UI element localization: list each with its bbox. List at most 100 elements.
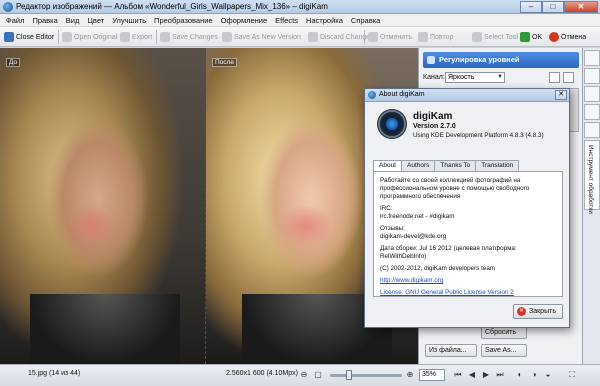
zoom-in-icon[interactable]: ⊕ xyxy=(404,369,416,381)
load-from-file-label: Из файла... xyxy=(429,347,467,354)
main-toolbar: Close Editor Open Original Export Save C… xyxy=(0,27,600,47)
image-dimensions: 2.560x1 600 (4.10Mpx) xyxy=(226,370,298,377)
irc-label: IRC: xyxy=(380,205,393,212)
split-divider[interactable] xyxy=(205,48,206,364)
close-editor-label: Close Editor xyxy=(16,33,55,41)
website-link[interactable]: http://www.digikam.org xyxy=(380,277,443,284)
maximize-button[interactable]: □ xyxy=(542,1,564,13)
discard-icon xyxy=(308,32,318,42)
close-editor-button[interactable]: Close Editor xyxy=(4,30,54,44)
digikam-logo-icon xyxy=(377,109,407,139)
menu-edit[interactable]: Правка xyxy=(28,16,61,25)
cancel-button[interactable]: Отмена xyxy=(549,30,586,44)
undo-label: Отменить xyxy=(380,33,412,41)
about-content: Работайте со своей коллекцией фотографий… xyxy=(373,171,563,297)
tab-authors[interactable]: Authors xyxy=(401,160,436,171)
app-version: Version 2.7.0 xyxy=(413,123,456,130)
save-as-icon xyxy=(222,32,232,42)
toolbar-separator xyxy=(364,30,365,44)
file-info: 15.jpg (14 из 44) xyxy=(28,370,81,377)
fit-window-icon[interactable]: ▢ xyxy=(312,369,324,381)
tab-translation[interactable]: Translation xyxy=(475,160,520,171)
window-controls: – □ ✕ xyxy=(520,1,598,13)
channel-select-value: Яркость xyxy=(448,74,475,81)
after-label: После xyxy=(212,58,237,67)
underexposure-icon[interactable]: ◑ xyxy=(528,369,540,381)
sidebar-tab-4[interactable] xyxy=(584,104,600,120)
close-dialog-icon[interactable]: ✕ xyxy=(555,90,567,100)
sidebar-tab-1[interactable] xyxy=(584,50,600,66)
about-dialog-title: About digiKam xyxy=(379,91,425,98)
about-description: Работайте со своей коллекцией фотографий… xyxy=(380,177,530,200)
overexposure-icon[interactable]: ◒ xyxy=(542,369,554,381)
menu-file[interactable]: Файл xyxy=(2,16,28,25)
next-image-icon[interactable]: ▶ xyxy=(480,369,492,381)
sidebar-tab-tool-settings[interactable]: Инструмент обработки xyxy=(584,140,600,214)
export-icon xyxy=(120,32,130,42)
undo-button[interactable]: Отменить xyxy=(368,30,412,44)
image-preview-area[interactable]: До После xyxy=(0,48,418,364)
menu-bar: Файл Правка Вид Цвет Улучшить Преобразов… xyxy=(0,14,600,27)
menu-settings[interactable]: Настройка xyxy=(302,16,347,25)
redo-button[interactable]: Повтор xyxy=(418,30,453,44)
menu-view[interactable]: Вид xyxy=(62,16,84,25)
save-icon xyxy=(160,32,170,42)
menu-effects[interactable]: Effects xyxy=(271,16,302,25)
zoom-slider[interactable] xyxy=(330,374,402,377)
irc-value: irc.freenode.net - #digikam xyxy=(380,213,455,220)
close-dialog-button[interactable]: ✕ Закрыть xyxy=(513,304,563,319)
zoom-out-icon[interactable]: ⊖ xyxy=(298,369,310,381)
log-scale-toggle[interactable] xyxy=(563,72,574,83)
menu-help[interactable]: Справка xyxy=(347,16,384,25)
open-original-icon xyxy=(62,32,72,42)
about-tabs: About Authors Thanks To Translation xyxy=(373,160,520,172)
sidebar-tab-2[interactable] xyxy=(584,68,600,84)
status-bar: 15.jpg (14 из 44) 2.560x1 600 (4.10Mpx) … xyxy=(0,364,600,386)
zoom-combo[interactable]: 35% xyxy=(419,369,445,381)
minimize-button[interactable]: – xyxy=(520,1,542,13)
cancel-icon xyxy=(549,32,559,42)
panel-header-title: Регулировка уровней xyxy=(439,55,520,64)
build-date: Дата сборки: Jul 16 2012 (целевая платфо… xyxy=(380,245,517,260)
copyright: (C) 2002-2012, digiKam developers team xyxy=(380,265,496,272)
redo-icon xyxy=(418,32,428,42)
close-icon: ✕ xyxy=(517,307,526,316)
sidebar-tab-5[interactable] xyxy=(584,122,600,138)
fullscreen-icon[interactable]: ⛶ xyxy=(566,369,578,381)
original-image-preview xyxy=(0,48,206,364)
channel-select[interactable]: Яркость ▼ xyxy=(445,72,505,83)
open-original-button[interactable]: Open Original xyxy=(62,30,117,44)
license-link[interactable]: License: GNU General Public License Vers… xyxy=(380,289,514,296)
app-name: digiKam xyxy=(413,111,453,122)
color-managed-icon[interactable]: ◐ xyxy=(514,369,526,381)
sidebar-tab-3[interactable] xyxy=(584,86,600,102)
first-image-icon[interactable]: ⏮ xyxy=(452,369,464,381)
select-tool-label: Select Tool xyxy=(484,33,519,41)
zoom-slider-handle[interactable] xyxy=(346,370,352,380)
close-dialog-label: Закрыть xyxy=(529,308,556,315)
toolbar-separator xyxy=(156,30,157,44)
save-as-new-label: Save As New Version xyxy=(234,33,301,41)
menu-color[interactable]: Цвет xyxy=(83,16,108,25)
last-image-icon[interactable]: ⏭ xyxy=(494,369,506,381)
sidebar-tabs: Инструмент обработки xyxy=(582,48,600,364)
about-dialog: About digiKam ✕ digiKam Version 2.7.0 Us… xyxy=(364,88,570,328)
about-dialog-titlebar: About digiKam ✕ xyxy=(365,89,569,102)
save-changes-button[interactable]: Save Changes xyxy=(160,30,218,44)
load-from-file-button[interactable]: Из файла... xyxy=(425,344,477,357)
tab-thanks-to[interactable]: Thanks To xyxy=(434,160,477,171)
linear-scale-toggle[interactable] xyxy=(549,72,560,83)
export-button[interactable]: Export xyxy=(120,30,152,44)
previous-image-icon[interactable]: ◀ xyxy=(466,369,478,381)
open-original-label: Open Original xyxy=(74,33,118,41)
menu-enhance[interactable]: Улучшить xyxy=(108,16,150,25)
save-as-new-version-button[interactable]: Save As New Version xyxy=(222,30,301,44)
close-editor-icon xyxy=(4,32,14,42)
save-as-settings-button[interactable]: Save As... xyxy=(481,344,527,357)
menu-transform[interactable]: Преобразование xyxy=(150,16,217,25)
select-tool-button[interactable]: Select Tool xyxy=(472,30,518,44)
levels-tool-icon xyxy=(427,56,435,64)
menu-decorate[interactable]: Оформление xyxy=(217,16,272,25)
ok-button[interactable]: OK xyxy=(520,30,542,44)
close-window-button[interactable]: ✕ xyxy=(564,1,598,13)
